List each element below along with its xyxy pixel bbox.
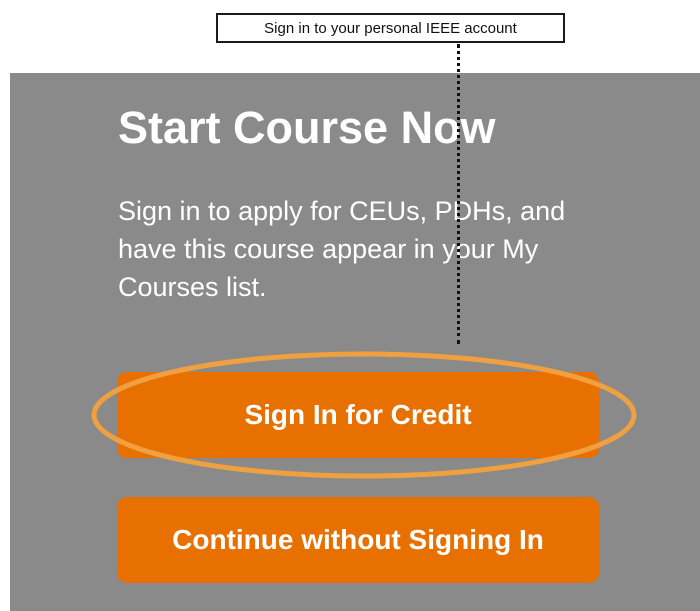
sign-in-for-credit-button[interactable]: Sign In for Credit	[117, 372, 599, 458]
annotation-callout: Sign in to your personal IEEE account	[216, 13, 565, 43]
annotation-pointer-line	[457, 44, 460, 344]
continue-without-signing-in-button[interactable]: Continue without Signing In	[117, 497, 599, 583]
panel-title: Start Course Now	[118, 102, 496, 153]
panel-description: Sign in to apply for CEUs, PDHs, and hav…	[118, 196, 566, 302]
